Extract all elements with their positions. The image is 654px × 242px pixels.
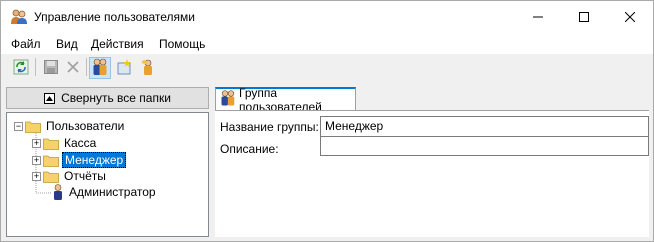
- collapse-all-button[interactable]: Свернуть все папки: [6, 87, 209, 109]
- tree-item-label: Менеджер: [62, 152, 127, 168]
- menu-actions[interactable]: Действия: [91, 37, 144, 51]
- folder-icon: [43, 170, 59, 183]
- title-bar: Управление пользователями: [1, 1, 653, 34]
- save-icon: [43, 59, 59, 78]
- group-name-field[interactable]: Менеджер: [320, 116, 649, 137]
- delete-button[interactable]: [62, 57, 84, 79]
- folder-icon: [43, 154, 59, 167]
- refresh-icon: [13, 59, 29, 78]
- group-users-button[interactable]: [89, 57, 111, 79]
- description-label: Описание:: [220, 142, 279, 156]
- main-window: Управление пользователями Файл Вид Дейст…: [0, 0, 654, 242]
- tree-item-label: Администратор: [69, 185, 156, 199]
- tree-item-reports[interactable]: + Отчёты: [32, 168, 108, 184]
- expand-node-icon[interactable]: +: [32, 138, 41, 148]
- new-user-icon: [139, 58, 157, 79]
- tree-item-kassa[interactable]: + Касса: [32, 135, 98, 151]
- maximize-button[interactable]: [561, 1, 607, 34]
- delete-icon: [65, 59, 81, 78]
- details-panel: Группа пользователей Название группы: Ме…: [215, 86, 649, 237]
- maximize-icon: [579, 11, 589, 25]
- window-title: Управление пользователями: [34, 10, 195, 24]
- description-field[interactable]: [320, 136, 649, 156]
- tree-root-label: Пользователи: [46, 119, 125, 133]
- tree-root[interactable]: − Пользователи: [14, 118, 126, 134]
- minimize-icon: [533, 11, 543, 25]
- tab-user-group[interactable]: Группа пользователей: [215, 86, 356, 114]
- group-name-label: Название группы:: [220, 120, 319, 134]
- expand-node-icon[interactable]: +: [32, 155, 41, 165]
- chevron-up-icon: [44, 92, 56, 104]
- minimize-button[interactable]: [515, 1, 561, 34]
- menu-bar: Файл Вид Действия Помощь: [1, 34, 653, 54]
- toolbar: [1, 54, 653, 81]
- tab-content: Название группы: Менеджер Описание:: [215, 110, 649, 237]
- collapse-all-label: Свернуть все папки: [61, 91, 171, 105]
- save-button[interactable]: [40, 57, 62, 79]
- users-tree[interactable]: − Пользователи + Касса + Менеджер + Отчё…: [6, 112, 209, 237]
- menu-help[interactable]: Помощь: [159, 37, 205, 51]
- users-group-icon: [10, 9, 28, 25]
- menu-file[interactable]: Файл: [11, 37, 41, 51]
- group-users-icon: [91, 58, 109, 79]
- new-group-button[interactable]: [113, 57, 135, 79]
- folder-icon: [43, 137, 59, 150]
- tree-item-label: Касса: [64, 136, 97, 150]
- tree-item-manager[interactable]: + Менеджер: [32, 152, 127, 168]
- toolbar-separator: [86, 58, 87, 76]
- toolbar-separator: [35, 58, 36, 76]
- menu-view[interactable]: Вид: [56, 37, 78, 51]
- close-icon: [624, 11, 636, 25]
- folder-open-icon: [25, 120, 41, 133]
- user-icon: [52, 184, 64, 200]
- expand-node-icon[interactable]: +: [32, 171, 41, 181]
- close-button[interactable]: [607, 1, 653, 34]
- tree-item-label: Отчёты: [64, 169, 106, 183]
- group-users-icon: [220, 90, 236, 109]
- folders-panel: Свернуть все папки − Пользователи + Касс…: [6, 87, 209, 237]
- tree-item-admin[interactable]: Администратор: [52, 184, 158, 200]
- refresh-button[interactable]: [10, 57, 32, 79]
- new-user-button[interactable]: [137, 57, 159, 79]
- collapse-node-icon[interactable]: −: [14, 121, 23, 131]
- new-group-icon: [115, 58, 133, 79]
